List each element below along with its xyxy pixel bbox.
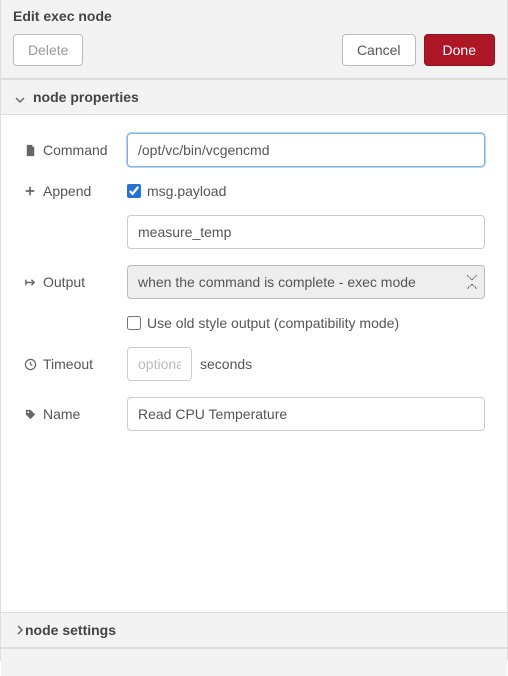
cancel-button[interactable]: Cancel	[342, 34, 416, 66]
node-settings-title: node settings	[25, 622, 116, 638]
node-properties-body: Command Append msg.payload Output	[1, 115, 507, 612]
panel-header: Edit exec node Delete Cancel Done	[1, 0, 507, 79]
tag-icon	[23, 407, 37, 421]
chevron-down-icon	[15, 92, 25, 102]
timeout-unit: seconds	[200, 356, 252, 372]
bottom-bar	[1, 648, 507, 676]
spacer	[23, 447, 485, 602]
name-input[interactable]	[127, 397, 485, 431]
node-properties-header[interactable]: node properties	[1, 79, 507, 115]
panel-title: Edit exec node	[13, 8, 495, 24]
file-icon	[23, 143, 37, 157]
append-msg-payload-checkbox[interactable]	[127, 184, 141, 198]
old-style-output-checkbox[interactable]	[127, 316, 141, 330]
command-input[interactable]	[127, 133, 485, 167]
append-msg-payload-label: msg.payload	[147, 183, 226, 199]
append-extra-input[interactable]	[127, 215, 485, 249]
append-label: Append	[23, 183, 127, 199]
node-settings-header[interactable]: node settings	[1, 612, 507, 648]
output-select[interactable]: when the command is complete - exec mode	[127, 265, 485, 299]
name-label: Name	[23, 406, 127, 422]
old-style-output-label: Use old style output (compatibility mode…	[147, 315, 399, 331]
plus-icon	[23, 184, 37, 198]
node-properties-title: node properties	[33, 89, 139, 105]
output-label: Output	[23, 274, 127, 290]
timeout-input[interactable]	[127, 347, 192, 381]
clock-icon	[23, 357, 37, 371]
arrow-right-icon	[23, 275, 37, 289]
delete-button[interactable]: Delete	[13, 34, 83, 66]
done-button[interactable]: Done	[424, 34, 495, 66]
header-button-row: Delete Cancel Done	[13, 34, 495, 78]
timeout-label: Timeout	[23, 356, 127, 372]
chevron-right-icon	[15, 622, 25, 638]
command-label: Command	[23, 142, 127, 158]
